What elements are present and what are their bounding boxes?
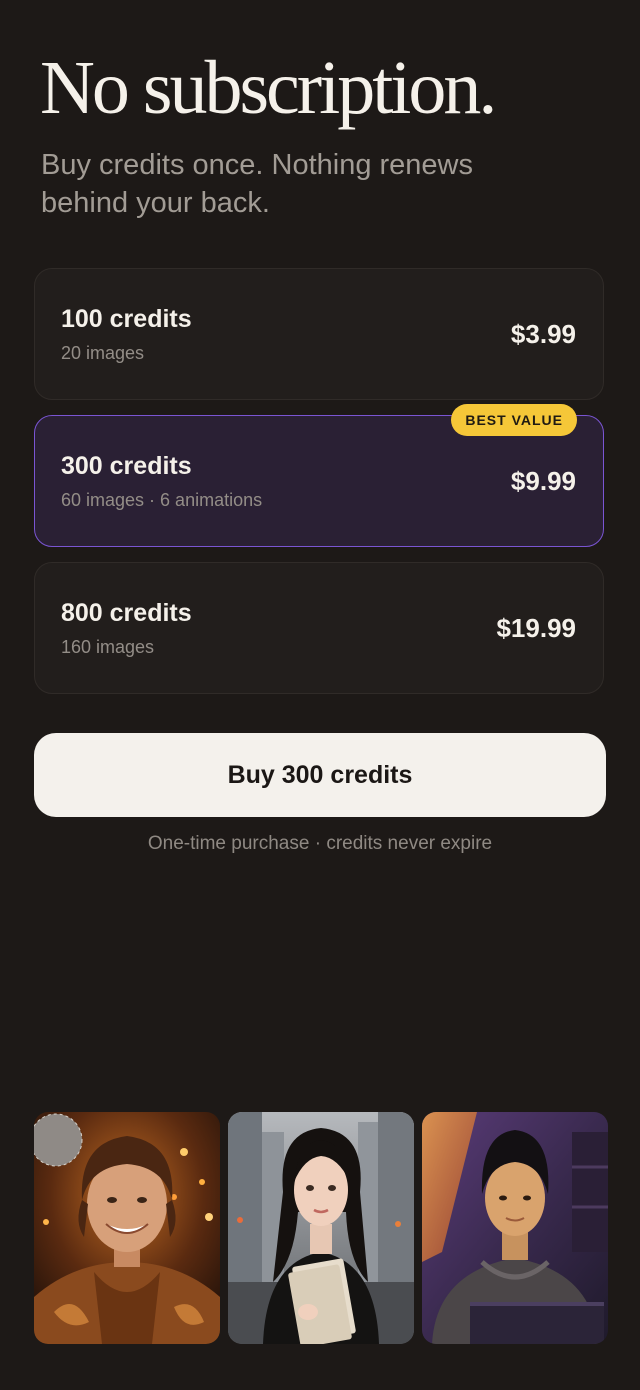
plan-title: 100 credits — [61, 305, 192, 333]
portrait-man-disco-icon — [34, 1112, 220, 1344]
plan-title: 800 credits — [61, 599, 192, 627]
plan-option-300-credits[interactable]: BEST VALUE 300 credits 60 images · 6 ani… — [34, 404, 604, 547]
plan-subtitle: 60 images · 6 animations — [61, 490, 263, 510]
subtitle-line-1: Buy credits once. Nothing renews — [41, 149, 473, 181]
plan-option-100-credits[interactable]: 100 credits 20 images $3.99 — [34, 268, 604, 400]
plan-price: $3.99 — [510, 319, 576, 349]
gallery-image-2 — [228, 1112, 414, 1344]
buy-button[interactable]: Buy 300 credits — [34, 733, 606, 817]
plan-price: $19.99 — [496, 613, 576, 643]
plan-subtitle: 160 images — [61, 637, 155, 657]
portrait-man-laptop-icon — [422, 1112, 608, 1344]
plan-price: $9.99 — [510, 466, 576, 496]
page-subtitle: Buy credits once. Nothing renews behind … — [41, 146, 561, 222]
gallery-image-3 — [422, 1112, 608, 1344]
plan-subtitle: 20 images — [61, 343, 145, 363]
purchase-footnote: One-time purchase · credits never expire — [147, 833, 493, 854]
gallery-image-1 — [34, 1112, 220, 1344]
portrait-woman-city-icon — [228, 1112, 414, 1344]
plan-title: 300 credits — [61, 452, 192, 480]
subtitle-line-2: behind your back. — [41, 187, 270, 219]
plan-option-800-credits[interactable]: 800 credits 160 images $19.99 — [34, 562, 604, 694]
best-value-badge: BEST VALUE — [451, 404, 577, 436]
page-title: No subscription. — [40, 46, 497, 130]
